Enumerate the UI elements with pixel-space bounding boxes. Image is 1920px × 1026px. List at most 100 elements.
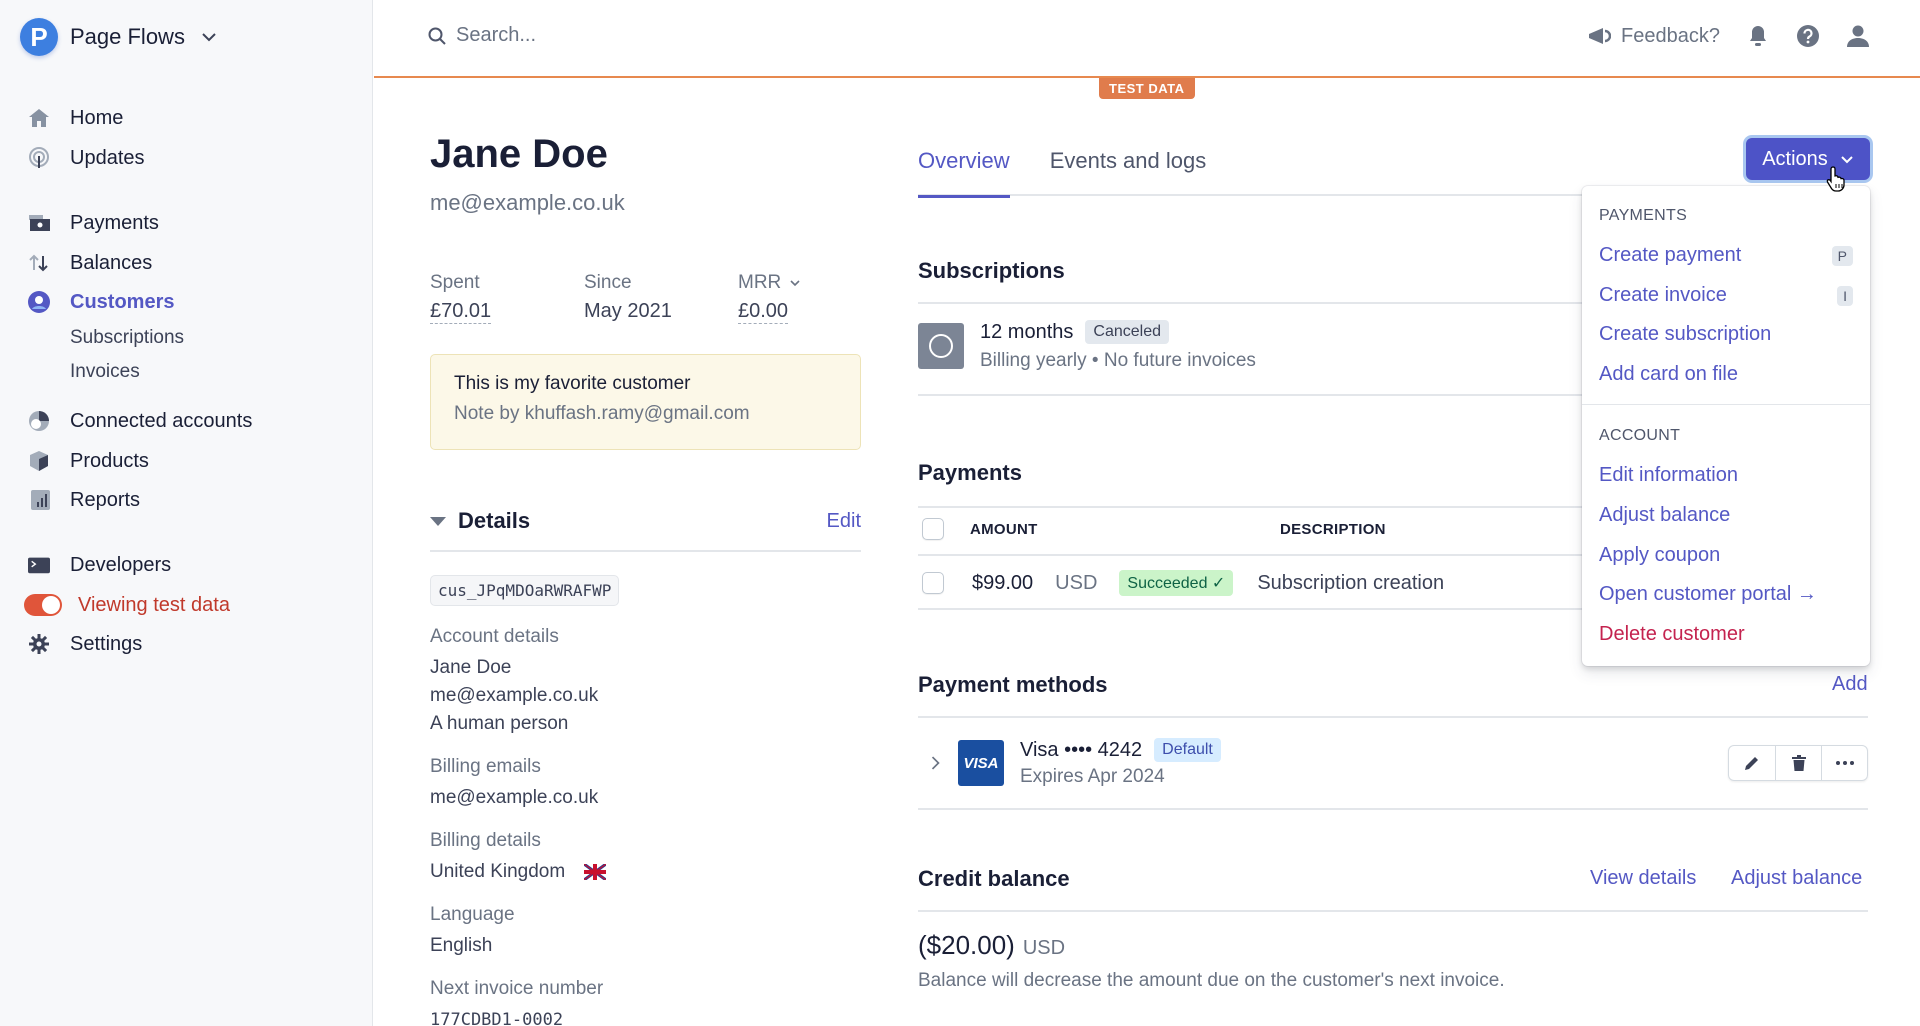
edit-card-button[interactable]: [1729, 746, 1775, 780]
menu-item-create-payment[interactable]: Create payment P: [1599, 244, 1853, 267]
column-header-amount: AMOUNT: [970, 520, 1038, 538]
tab-overview[interactable]: Overview: [918, 148, 1010, 198]
sidebar: P Page Flows Home Updates Payments Balan…: [0, 0, 373, 1026]
account-switcher[interactable]: P Page Flows: [20, 18, 217, 56]
menu-item-open-customer-portal[interactable]: Open customer portal →: [1599, 583, 1853, 606]
customer-id[interactable]: cus_JPqMDOaRWRAFWP: [430, 575, 620, 606]
row-checkbox[interactable]: [922, 572, 944, 594]
sidebar-item-balances[interactable]: Balances: [28, 248, 152, 278]
sidebar-item-settings[interactable]: Settings: [28, 629, 142, 659]
add-payment-method-link[interactable]: Add: [1832, 673, 1868, 696]
sidebar-item-reports[interactable]: Reports: [28, 485, 140, 515]
sidebar-subitem-invoices[interactable]: Invoices: [70, 361, 140, 383]
menu-item-edit-information[interactable]: Edit information: [1599, 464, 1853, 487]
menu-divider: [1582, 404, 1870, 405]
field-value: English: [430, 935, 493, 956]
sidebar-item-label: Developers: [70, 553, 172, 576]
sidebar-subitem-subscriptions[interactable]: Subscriptions: [70, 327, 184, 349]
hand-cursor-icon: [1826, 166, 1845, 192]
menu-item-create-subscription[interactable]: Create subscription: [1599, 323, 1853, 346]
sidebar-item-label: Updates: [70, 146, 145, 169]
menu-item-delete-customer[interactable]: Delete customer: [1599, 623, 1853, 646]
chevron-down-icon: [1841, 155, 1853, 163]
view-details-link[interactable]: View details: [1590, 867, 1696, 890]
subscription-item[interactable]: 12 months Canceled Billing yearly • No f…: [918, 320, 1256, 372]
stat-value[interactable]: £0.00: [738, 300, 789, 324]
select-all-checkbox[interactable]: [922, 518, 944, 540]
menu-item-label: Create payment: [1599, 244, 1742, 266]
field-label: Next invoice number: [430, 978, 604, 999]
tab-events-and-logs[interactable]: Events and logs: [1050, 148, 1207, 196]
mrr-selector[interactable]: MRR: [738, 272, 892, 294]
more-options-button[interactable]: [1821, 746, 1867, 780]
menu-item-create-invoice[interactable]: Create invoice I: [1599, 284, 1853, 307]
details-title: Details: [458, 508, 531, 533]
sidebar-item-connected-accounts[interactable]: Connected accounts: [28, 406, 252, 436]
help-icon[interactable]: [1796, 24, 1820, 48]
menu-item-label: Open customer portal →: [1599, 583, 1817, 605]
card-title: Visa •••• 4242: [1020, 738, 1143, 761]
menu-item-add-card[interactable]: Add card on file: [1599, 363, 1853, 386]
field-label: Language: [430, 904, 515, 925]
test-mode-toggle[interactable]: [24, 594, 62, 616]
edit-details-link[interactable]: Edit: [827, 510, 861, 533]
sidebar-item-payments[interactable]: Payments: [28, 208, 159, 238]
stat-value: May 2021: [584, 300, 672, 322]
field-label: Account details: [430, 626, 559, 647]
adjust-balance-link[interactable]: Adjust balance: [1731, 867, 1862, 890]
search-input[interactable]: Search...: [428, 24, 928, 47]
column-header-description: DESCRIPTION: [1280, 520, 1386, 538]
stat-value[interactable]: £70.01: [430, 300, 492, 324]
sidebar-item-products[interactable]: Products: [28, 446, 149, 476]
account-name: Jane Doe: [430, 657, 512, 678]
field-value: 177CDBD1-0002: [430, 1010, 564, 1026]
actions-button[interactable]: Actions: [1746, 138, 1870, 180]
menu-item-label: Add card on file: [1599, 363, 1738, 385]
account-description: A human person: [430, 713, 569, 734]
credit-currency: USD: [1022, 937, 1066, 959]
card-expiry: Expires Apr 2024: [1020, 766, 1165, 787]
shortcut-key: P: [1831, 245, 1853, 266]
menu-group-label: ACCOUNT: [1599, 427, 1681, 444]
divider: [918, 716, 1868, 718]
payment-method-item: VISA Visa •••• 4242 Default Expires Apr …: [918, 738, 1868, 788]
stat-label: Spent: [430, 272, 480, 293]
billing-country: United Kingdom: [430, 861, 566, 882]
subscriptions-title: Subscriptions: [918, 258, 1065, 283]
card-action-group: [1728, 745, 1868, 781]
feedback-label: Feedback?: [1621, 24, 1720, 47]
visa-card-icon: VISA: [958, 740, 1004, 786]
trash-icon: [1791, 755, 1806, 771]
feedback-button[interactable]: Feedback?: [1587, 25, 1720, 48]
details-toggle[interactable]: Details: [430, 508, 530, 534]
chevron-right-icon[interactable]: [918, 752, 958, 774]
sidebar-item-developers[interactable]: Developers: [28, 550, 171, 580]
subscription-icon: [918, 323, 964, 369]
divider: [918, 808, 1868, 810]
products-icon: [28, 450, 50, 472]
subscription-name: 12 months: [980, 320, 1074, 343]
chevron-down-icon: [202, 33, 216, 42]
stat-mrr: MRR £0.00: [738, 272, 892, 324]
search-placeholder: Search...: [456, 24, 537, 46]
payment-methods-title: Payment methods: [918, 672, 1108, 697]
credit-value: ($20.00): [918, 930, 1015, 960]
sidebar-item-updates[interactable]: Updates: [28, 143, 145, 173]
field-label: Billing emails: [430, 756, 541, 777]
bell-icon[interactable]: [1746, 24, 1770, 48]
sidebar-item-label: Customers: [70, 290, 175, 313]
user-profile-icon[interactable]: [1846, 24, 1870, 48]
menu-item-label: Delete customer: [1599, 623, 1745, 645]
sidebar-item-customers[interactable]: Customers: [28, 287, 174, 317]
customer-note[interactable]: This is my favorite customer Note by khu…: [430, 354, 861, 450]
sidebar-item-label: Home: [70, 106, 124, 129]
delete-card-button[interactable]: [1775, 746, 1821, 780]
menu-item-adjust-balance[interactable]: Adjust balance: [1599, 504, 1853, 527]
sidebar-item-home[interactable]: Home: [28, 103, 123, 133]
account-details: Account details Jane Doe me@example.co.u…: [430, 626, 598, 738]
sidebar-item-test-mode[interactable]: Viewing test data: [24, 590, 230, 620]
home-icon: [28, 107, 50, 129]
menu-item-apply-coupon[interactable]: Apply coupon: [1599, 544, 1853, 567]
sidebar-item-label: Reports: [70, 488, 141, 511]
megaphone-icon: [1589, 28, 1612, 44]
